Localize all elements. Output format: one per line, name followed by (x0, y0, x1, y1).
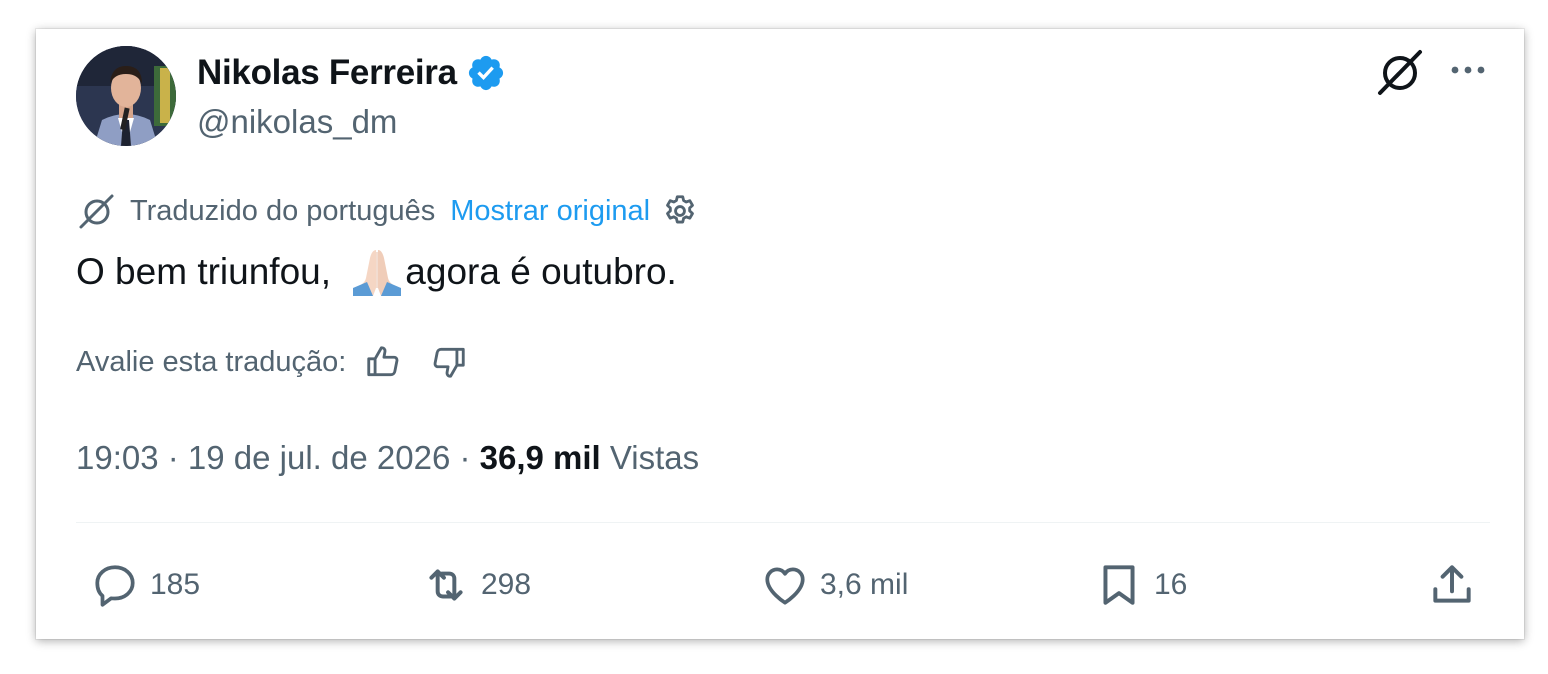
author-handle[interactable]: @nikolas_dm (197, 103, 397, 141)
thumbs-up-icon[interactable] (364, 343, 402, 381)
grok-icon[interactable] (1375, 47, 1425, 97)
avatar[interactable] (76, 46, 176, 146)
meta-separator: · (158, 439, 188, 476)
bookmark-count: 16 (1154, 568, 1188, 601)
show-original-link[interactable]: Mostrar original (450, 195, 650, 228)
author-name[interactable]: Nikolas Ferreira (197, 53, 457, 93)
tweet-text-end: agora é outubro. (405, 251, 677, 292)
more-options-icon[interactable] (1448, 55, 1488, 85)
translate-icon (76, 191, 116, 231)
meta-separator: · (450, 439, 480, 476)
author-name-row: Nikolas Ferreira (197, 51, 506, 95)
divider (76, 522, 1490, 523)
tweet-card: Nikolas Ferreira @nikolas_dm Traduzido d… (36, 29, 1524, 639)
rate-translation-label: Avalie esta tradução: (76, 345, 347, 378)
tweet-time[interactable]: 19:03 (76, 439, 159, 477)
share-button[interactable] (1427, 559, 1487, 611)
like-count: 3,6 mil (820, 568, 909, 601)
reply-button[interactable]: 185 (90, 559, 200, 611)
heart-icon (765, 567, 805, 605)
folded-hands-emoji (349, 244, 405, 300)
reply-count: 185 (150, 568, 201, 601)
tweet-meta: 19:03 · 19 de jul. de 2026 · 36,9 mil Vi… (76, 435, 699, 481)
translation-bar: Traduzido do português Mostrar original (76, 191, 699, 231)
retweet-icon (429, 569, 463, 601)
meta-space (601, 439, 610, 477)
bookmark-button[interactable]: 16 (1094, 559, 1187, 611)
like-button[interactable]: 3,6 mil (760, 559, 908, 611)
tweet-text-start: O bem triunfou, (76, 251, 342, 292)
views-count: 36,9 mil (479, 439, 601, 476)
translated-from-label: Traduzido do português (130, 194, 436, 227)
tweet-date[interactable]: 19 de jul. de 2026 (188, 439, 450, 477)
tweet-text: O bem triunfou, agora é outubro. (76, 247, 677, 297)
retweet-button[interactable]: 298 (421, 559, 531, 611)
share-icon (1433, 565, 1471, 603)
rate-translation: Avalie esta tradução: (76, 341, 468, 383)
bookmark-icon (1103, 565, 1135, 605)
views-label: Vistas (609, 439, 700, 476)
thumbs-down-icon[interactable] (430, 343, 468, 381)
reply-icon (95, 565, 135, 607)
retweet-count: 298 (481, 568, 532, 601)
gear-icon[interactable] (661, 192, 699, 230)
verified-badge-icon[interactable] (466, 53, 506, 93)
